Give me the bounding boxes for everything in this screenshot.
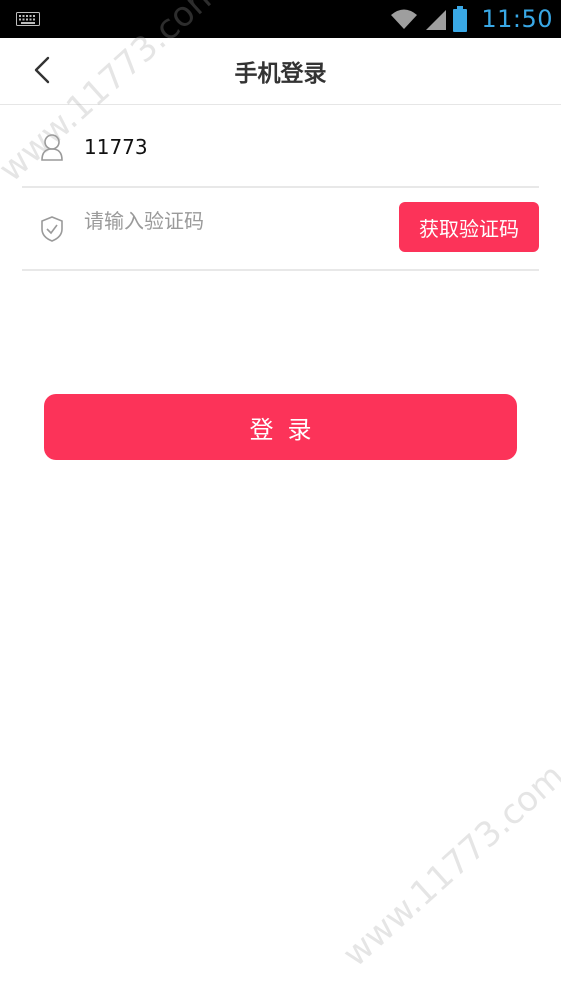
clock: 11:50 <box>481 5 553 33</box>
keyboard-icon <box>16 12 40 26</box>
shield-check-icon <box>41 216 63 242</box>
code-row: 获取验证码 <box>22 188 539 271</box>
signal-icon <box>426 10 447 30</box>
phone-input[interactable] <box>84 132 384 162</box>
get-code-button[interactable]: 获取验证码 <box>399 202 539 252</box>
status-bar: 11:50 <box>0 0 561 38</box>
verification-code-input[interactable] <box>84 206 384 236</box>
phone-row <box>22 106 539 188</box>
wifi-icon <box>391 9 418 29</box>
status-icons: 11:50 <box>389 0 553 38</box>
battery-icon <box>453 6 468 32</box>
watermark-bottom: www.11773.com <box>335 756 561 975</box>
login-button[interactable]: 登录 <box>44 394 517 460</box>
